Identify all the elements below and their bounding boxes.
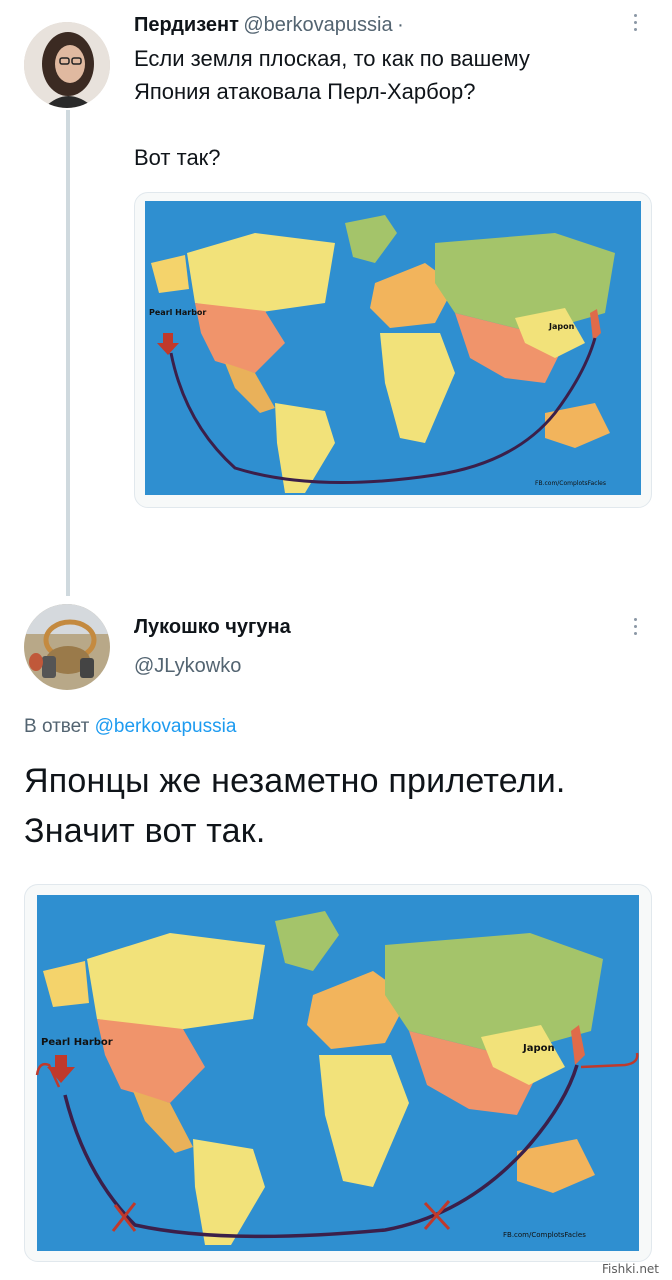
map-credit: FB.com/ComplotsFacles <box>535 480 606 487</box>
author-name[interactable]: Пердизент <box>134 14 239 36</box>
label-japan: Japon <box>522 1043 555 1054</box>
avatar[interactable] <box>24 604 110 690</box>
tweet-image[interactable]: Pearl Harbor Japon FB.com/ComplotsFacles <box>134 192 652 508</box>
tweet-text: Если земля плоская, то как по вашему Япо… <box>134 46 530 170</box>
author-handle[interactable]: @JLykowko <box>134 655 241 678</box>
more-options-icon[interactable] <box>634 618 640 639</box>
watermark: Fishki.net <box>602 1262 660 1276</box>
avatar[interactable] <box>24 22 110 108</box>
author-handle[interactable]: @berkovapussia <box>243 14 392 36</box>
tweet-image[interactable]: Pearl Harbor Japon FB.com/ComplotsFacles <box>24 884 652 1262</box>
thread-line <box>66 110 70 596</box>
separator: · <box>397 14 404 36</box>
reply-handle-link[interactable]: @berkovapussia <box>95 716 237 737</box>
author-name[interactable]: Лукошко чугуна <box>134 616 291 639</box>
more-options-icon[interactable] <box>634 14 640 35</box>
reply-prefix: В ответ <box>24 716 90 737</box>
label-japan: Japon <box>548 322 575 331</box>
label-pearl-harbor: Pearl Harbor <box>149 308 206 317</box>
reply-context: В ответ @berkovapussia <box>24 716 236 738</box>
map-credit: FB.com/ComplotsFacles <box>503 1231 586 1239</box>
tweet-text: Японцы же незаметно прилетели. Значит во… <box>24 762 566 850</box>
label-pearl-harbor: Pearl Harbor <box>41 1037 113 1048</box>
